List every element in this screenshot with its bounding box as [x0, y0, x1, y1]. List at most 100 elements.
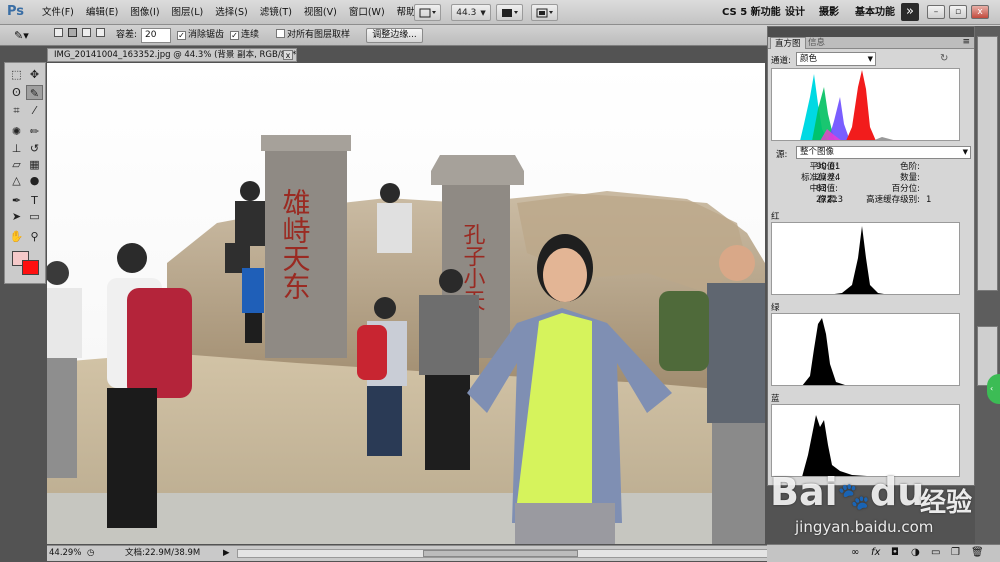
close-document-icon[interactable]: x — [283, 50, 293, 60]
source-select[interactable]: 整个图像 ▼ — [796, 146, 971, 159]
sample-all-layers-label: 对所有图层取样 — [287, 30, 351, 40]
zoom-tool-icon[interactable]: ⚲ — [26, 229, 43, 244]
refresh-icon[interactable]: ↻ — [940, 53, 948, 64]
arrange-documents-button[interactable] — [496, 4, 523, 21]
floating-green-button[interactable]: ‹ — [987, 374, 1000, 404]
layer-style-icon[interactable]: fx — [871, 547, 880, 558]
type-tool-icon[interactable]: T — [26, 193, 43, 208]
screen-arrange-button[interactable] — [531, 4, 558, 21]
contiguous-label: 连续 — [241, 30, 260, 40]
source-label: 源: — [776, 150, 788, 160]
menu-items: 文件(F) 编辑(E) 图像(I) 图层(L) 选择(S) 滤镜(T) 视图(V… — [36, 0, 436, 25]
blur-tool-icon[interactable]: △ — [8, 173, 25, 188]
contiguous-checkbox[interactable]: ✓ 连续 — [230, 28, 259, 43]
dodge-tool-icon[interactable]: ● — [26, 173, 43, 188]
document-title: IMG_20141004_163352.jpg @ 44.3% (背景 副本, … — [54, 50, 297, 60]
refine-edge-button[interactable]: 调整边缘... — [366, 28, 423, 43]
menu-layer[interactable]: 图层(L) — [166, 0, 210, 25]
horizontal-scrollbar[interactable] — [237, 549, 777, 558]
menu-file[interactable]: 文件(F) — [36, 0, 80, 25]
quick-select-tool-icon[interactable]: ✎▾ — [14, 28, 29, 43]
move-tool-icon[interactable]: ✥ — [26, 67, 43, 82]
scrollbar-thumb[interactable] — [423, 550, 578, 557]
menu-edit[interactable]: 编辑(E) — [80, 0, 124, 25]
eraser-tool-icon[interactable]: ▱ — [8, 157, 25, 172]
intersect-selection-icon[interactable] — [95, 28, 105, 37]
menu-image[interactable]: 图像(I) — [124, 0, 165, 25]
stat-median-label: 中间值: — [809, 184, 838, 194]
adjustment-layer-icon[interactable]: ◑ — [911, 547, 920, 558]
toolbox: ⬚ ✥ ʘ ✎ ⌗ ⁄ ✺ ✏ ⊥ ↺ ▱ ▦ △ ● ✒ T ➤ ▭ ✋ ⚲ — [4, 62, 46, 284]
link-layers-icon[interactable]: ∞ — [851, 547, 859, 558]
menu-window[interactable]: 窗口(W) — [343, 0, 391, 25]
tab-histogram[interactable]: 直方图 — [770, 37, 806, 49]
histogram-blue — [771, 404, 960, 477]
tourist-grey-shirt — [419, 269, 479, 470]
status-info-icon[interactable]: ◷ — [87, 546, 94, 560]
collapsed-panel-top — [977, 36, 998, 291]
restore-button[interactable]: ▫ — [949, 5, 967, 19]
stat-median-value: 83 — [816, 184, 827, 194]
tolerance-input[interactable]: 20 — [141, 28, 171, 43]
workspace-photography[interactable]: 摄影 — [819, 0, 839, 25]
menu-view[interactable]: 视图(V) — [298, 0, 343, 25]
photo: 雄峙天东 孔子小天 — [47, 63, 765, 544]
antialias-checkbox[interactable]: ✓ 消除锯齿 — [177, 28, 224, 43]
screen-icon — [536, 8, 553, 17]
screen-mode-button[interactable] — [414, 4, 441, 21]
photoshop-window: Ps 文件(F) 编辑(E) 图像(I) 图层(L) 选择(S) 滤镜(T) 视… — [0, 0, 1000, 562]
tab-info[interactable]: 信息 — [804, 37, 829, 49]
chevron-down-icon: ▼ — [480, 8, 486, 17]
more-workspaces-button[interactable]: » — [901, 3, 919, 21]
panel-tabs: 直方图 信息 ≡ — [768, 37, 974, 49]
watermark-url: jingyan.baidu.com — [795, 518, 934, 536]
workspace-design[interactable]: 设计 — [785, 0, 805, 25]
hand-tool-icon[interactable]: ✋ — [8, 229, 25, 244]
new-selection-icon[interactable] — [54, 28, 63, 37]
stat-count-label: 数量: — [900, 173, 920, 183]
document-tab[interactable]: IMG_20141004_163352.jpg @ 44.3% (背景 副本, … — [47, 48, 297, 62]
histogram-green-graph — [802, 318, 845, 385]
history-brush-icon[interactable]: ↺ — [26, 141, 43, 156]
quick-select-tool-icon[interactable]: ✎ — [26, 85, 43, 100]
pen-tool-icon[interactable]: ✒ — [8, 193, 25, 208]
document-canvas[interactable]: 雄峙天东 孔子小天 — [47, 63, 765, 544]
menu-filter[interactable]: 滤镜(T) — [254, 0, 298, 25]
subtract-selection-icon[interactable] — [81, 28, 91, 37]
eyedropper-tool-icon[interactable]: ⁄ — [26, 103, 43, 118]
close-button[interactable]: x — [971, 5, 989, 19]
zoom-level-select[interactable]: 44.3 ▼ — [451, 4, 491, 21]
background-color-swatch[interactable] — [22, 260, 39, 275]
status-menu-arrow-icon[interactable]: ▶ — [223, 546, 230, 560]
new-layer-icon[interactable]: ❐ — [951, 547, 960, 558]
workspace-cs5-new[interactable]: CS 5 新功能 — [722, 0, 781, 25]
layer-mask-icon[interactable]: ◘ — [891, 547, 899, 558]
new-group-icon[interactable]: ▭ — [931, 547, 940, 558]
status-bar: 44.29% ◷ 文档:22.9M/38.9M ▶ — [47, 545, 787, 561]
minimize-button[interactable]: – — [927, 5, 945, 19]
sample-all-layers-checkbox[interactable]: 对所有图层取样 — [276, 28, 350, 43]
shape-tool-icon[interactable]: ▭ — [26, 209, 43, 224]
paw-icon: 🐾 — [837, 482, 871, 512]
path-select-icon[interactable]: ➤ — [8, 209, 25, 224]
chevron-down-icon: ▼ — [962, 148, 968, 156]
channel-select[interactable]: 颜色 ▼ — [796, 52, 876, 66]
source-value: 整个图像 — [800, 147, 835, 157]
document-size[interactable]: 文档:22.9M/38.9M — [125, 546, 200, 560]
panel-menu-icon[interactable]: ≡ — [962, 37, 970, 47]
channel-value: 颜色 — [800, 54, 818, 64]
add-selection-icon[interactable] — [67, 28, 77, 37]
histogram-composite — [771, 68, 960, 141]
stat-cache-value: 1 — [926, 195, 932, 205]
workspace-essentials[interactable]: 基本功能 — [855, 0, 895, 25]
marquee-tool-icon[interactable]: ⬚ — [8, 67, 25, 82]
clone-stamp-icon[interactable]: ⊥ — [8, 141, 25, 156]
zoom-percent[interactable]: 44.29% — [49, 546, 81, 560]
brush-tool-icon[interactable]: ✏ — [26, 124, 43, 139]
menu-select[interactable]: 选择(S) — [209, 0, 253, 25]
healing-brush-icon[interactable]: ✺ — [8, 124, 25, 139]
gradient-tool-icon[interactable]: ▦ — [26, 157, 43, 172]
crop-tool-icon[interactable]: ⌗ — [8, 103, 25, 118]
delete-layer-icon[interactable]: 🗑 — [971, 547, 984, 558]
lasso-tool-icon[interactable]: ʘ — [8, 85, 25, 100]
